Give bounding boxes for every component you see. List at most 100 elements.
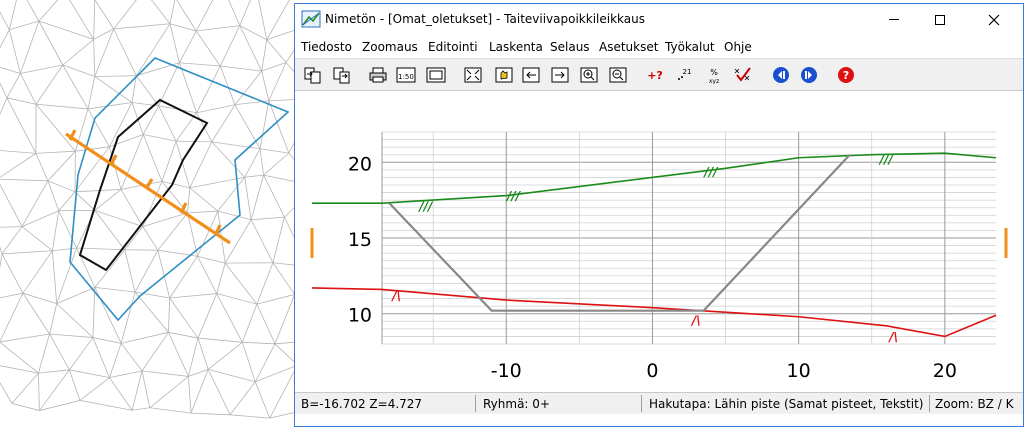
mesh-edge — [68, 369, 81, 401]
mesh-edge — [0, 150, 36, 154]
mesh-edge — [149, 376, 189, 409]
mesh-edge — [2, 250, 53, 255]
mesh-edge — [158, 105, 177, 142]
copy-in-button[interactable] — [303, 66, 323, 84]
print-button[interactable] — [368, 66, 388, 84]
mesh-edge — [175, 141, 191, 188]
mesh-edge — [220, 65, 262, 72]
zoom-out-icon — [609, 67, 627, 83]
fit-view-button[interactable] — [463, 66, 483, 84]
mesh-edge — [0, 226, 23, 228]
mesh-edge — [256, 262, 274, 305]
mesh-edge — [135, 75, 159, 107]
close-button[interactable] — [971, 4, 1017, 35]
next-icon — [801, 67, 817, 83]
mesh-edge — [6, 97, 37, 105]
mesh-edge — [217, 177, 246, 212]
copy-in-icon — [304, 67, 321, 84]
mesh-edge — [51, 250, 58, 304]
mesh-edge — [178, 62, 198, 113]
help-button[interactable]: ? — [836, 66, 856, 84]
mesh-edge — [263, 174, 285, 218]
mesh-edge — [38, 369, 70, 374]
point-query-button[interactable]: +? — [645, 66, 665, 84]
mesh-edge — [0, 341, 39, 374]
mesh-edge — [36, 103, 89, 110]
mesh-edge — [272, 217, 285, 263]
mesh-edge — [168, 297, 171, 333]
mesh-edge — [134, 249, 159, 293]
arrow-right-button[interactable] — [550, 66, 570, 84]
page-setup-button[interactable] — [426, 66, 446, 84]
percent-xyz-button[interactable]: % xyz — [704, 66, 724, 84]
mesh-edge — [69, 369, 110, 379]
point-number-icon: 21 — [678, 68, 691, 80]
x-tick-label: 20 — [933, 360, 957, 382]
arrow-left-button[interactable] — [521, 66, 541, 84]
menu-selaus[interactable]: Selaus — [550, 40, 590, 54]
mesh-edge — [21, 180, 49, 227]
status-bar: B=-16.702 Z=4.727 Ryhmä: 0+ Hakutapa: Lä… — [295, 392, 1023, 414]
mesh-edge — [195, 0, 214, 32]
mesh-edge — [187, 187, 191, 213]
mesh-edge — [21, 210, 59, 227]
mesh-edge — [134, 291, 169, 333]
scale-150-button[interactable]: 1:50 — [396, 66, 416, 84]
pan-button[interactable] — [494, 66, 514, 84]
mesh-edge — [196, 104, 235, 114]
mesh-edge — [1, 226, 23, 255]
menu-tyokalut[interactable]: Työkalut — [665, 40, 715, 54]
maximize-button[interactable] — [917, 4, 963, 35]
mesh-edge — [47, 180, 60, 211]
title-bar[interactable]: Nimetön - [Omat_oletukset] - Taiteviivap… — [295, 4, 1023, 35]
cross-section-canvas[interactable]: 10 15 20 -10 0 10 20 /// /// /// /// /\ /\ /\ — [296, 92, 1023, 392]
mesh-edge — [197, 337, 209, 370]
menu-zoomaus[interactable]: Zoomaus — [362, 40, 418, 54]
mesh-edge — [260, 148, 289, 154]
mesh-edge — [251, 216, 285, 221]
mesh-edge — [179, 62, 221, 67]
zoom-out-button[interactable] — [608, 66, 628, 84]
status-divider — [929, 395, 930, 412]
mesh-edge — [224, 262, 258, 305]
arrow-right-icon — [551, 67, 569, 83]
mesh-edge — [38, 373, 40, 411]
minimize-button[interactable] — [871, 4, 917, 35]
mesh-edge — [49, 333, 93, 338]
mesh-edge — [190, 369, 209, 414]
menu-tiedosto[interactable]: Tiedosto — [301, 40, 352, 54]
menu-asetukset[interactable]: Asetukset — [599, 40, 658, 54]
mesh-edge — [216, 263, 226, 294]
previous-icon — [773, 67, 789, 83]
xyz-check-button[interactable] — [733, 66, 753, 84]
mesh-edge — [142, 134, 163, 182]
menu-laskenta[interactable]: Laskenta — [489, 40, 543, 54]
mesh-edge — [239, 25, 267, 41]
mesh-edge — [219, 25, 241, 67]
cross-section-chart: 10 15 20 -10 0 10 20 /// /// /// /// /\ /\ /\ — [310, 131, 1008, 382]
next-button[interactable] — [799, 66, 819, 84]
copy-out-button[interactable] — [332, 66, 352, 84]
mesh-edge — [93, 28, 114, 40]
menu-ohje[interactable]: Ohje — [724, 40, 752, 54]
zoom-in-button[interactable] — [579, 66, 599, 84]
line-marker: /\ — [690, 313, 701, 327]
window-title: Nimetön - [Omat_oletukset] - Taiteviivap… — [325, 12, 645, 26]
mesh-edge — [22, 292, 50, 335]
mesh-edge — [239, 0, 251, 26]
mesh-edge — [1, 253, 24, 294]
mesh-edge — [74, 191, 96, 211]
mesh-edge — [169, 0, 176, 24]
copy-out-icon — [333, 67, 350, 84]
mesh-edge — [11, 402, 40, 411]
mesh-edge — [124, 249, 136, 293]
point-number-button[interactable]: 21 — [674, 66, 694, 84]
mesh-edge — [242, 341, 276, 345]
mesh-edge — [189, 141, 213, 189]
mesh-edge — [141, 332, 169, 372]
mesh-edge — [0, 178, 48, 182]
previous-button[interactable] — [771, 66, 791, 84]
line-marker: /// — [702, 165, 719, 179]
menu-editointi[interactable]: Editointi — [428, 40, 478, 54]
mesh-edge — [207, 341, 243, 370]
